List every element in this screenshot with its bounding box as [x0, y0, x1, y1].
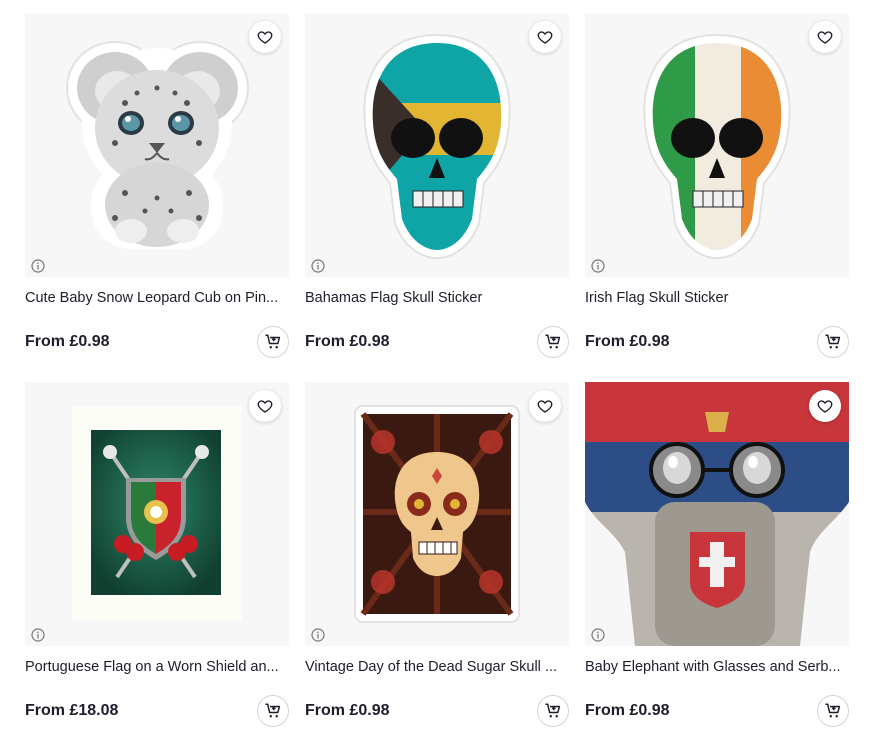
info-icon[interactable] — [311, 259, 325, 273]
info-icon[interactable] — [31, 628, 45, 642]
add-to-cart-button[interactable] — [537, 326, 569, 358]
product-price: From £0.98 — [305, 702, 390, 719]
product-image-bahamas-skull[interactable] — [305, 13, 569, 277]
product-price: From £18.08 — [25, 702, 119, 719]
product-price: From £0.98 — [585, 333, 670, 350]
heart-icon — [257, 31, 273, 44]
product-title[interactable]: Baby Elephant with Glasses and Serb... — [585, 658, 849, 676]
add-to-cart-button[interactable] — [817, 326, 849, 358]
irish-skull-illustration — [643, 33, 791, 260]
product-card[interactable]: Cute Baby Snow Leopard Cub on Pin... Fro… — [25, 13, 289, 358]
product-title[interactable]: Bahamas Flag Skull Sticker — [305, 289, 569, 307]
heart-icon — [257, 400, 273, 413]
info-icon[interactable] — [311, 628, 325, 642]
product-card[interactable]: Irish Flag Skull Sticker From £0.98 — [585, 13, 849, 358]
add-to-cart-icon — [825, 703, 841, 718]
info-icon[interactable] — [591, 628, 605, 642]
product-card[interactable]: Baby Elephant with Glasses and Serb... F… — [585, 382, 849, 727]
add-to-cart-icon — [545, 334, 561, 349]
add-to-cart-button[interactable] — [257, 326, 289, 358]
product-image-irish-skull[interactable] — [585, 13, 849, 277]
info-icon[interactable] — [591, 259, 605, 273]
favorite-button[interactable] — [529, 390, 561, 422]
product-image-portuguese-shield[interactable] — [25, 382, 289, 646]
heart-icon — [537, 400, 553, 413]
add-to-cart-icon — [265, 334, 281, 349]
product-title[interactable]: Irish Flag Skull Sticker — [585, 289, 849, 307]
product-image-serbian-elephant[interactable] — [585, 382, 849, 646]
favorite-button[interactable] — [249, 390, 281, 422]
product-image-sugar-skull[interactable] — [305, 382, 569, 646]
add-to-cart-button[interactable] — [817, 695, 849, 727]
add-to-cart-icon — [265, 703, 281, 718]
product-price: From £0.98 — [305, 333, 390, 350]
serbian-elephant-illustration — [585, 382, 849, 646]
product-card[interactable]: Portuguese Flag on a Worn Shield an... F… — [25, 382, 289, 727]
portuguese-shield-illustration — [72, 406, 242, 620]
add-to-cart-icon — [825, 334, 841, 349]
bahamas-skull-illustration — [363, 33, 511, 260]
product-image-snow-leopard[interactable] — [25, 13, 289, 277]
product-title[interactable]: Vintage Day of the Dead Sugar Skull ... — [305, 658, 569, 676]
add-to-cart-button[interactable] — [537, 695, 569, 727]
heart-icon — [537, 31, 553, 44]
product-card[interactable]: Vintage Day of the Dead Sugar Skull ... … — [305, 382, 569, 727]
snow-leopard-illustration — [66, 41, 249, 249]
favorite-button[interactable] — [529, 21, 561, 53]
favorite-button[interactable] — [249, 21, 281, 53]
product-card[interactable]: Bahamas Flag Skull Sticker From £0.98 — [305, 13, 569, 358]
sugar-skull-illustration — [354, 405, 520, 623]
favorite-button[interactable] — [809, 21, 841, 53]
info-icon[interactable] — [31, 259, 45, 273]
product-grid: Cute Baby Snow Leopard Cub on Pin... Fro… — [0, 0, 883, 749]
add-to-cart-icon — [545, 703, 561, 718]
product-title[interactable]: Cute Baby Snow Leopard Cub on Pin... — [25, 289, 289, 307]
favorite-button[interactable] — [809, 390, 841, 422]
heart-icon — [817, 31, 833, 44]
heart-icon — [817, 400, 833, 413]
product-title[interactable]: Portuguese Flag on a Worn Shield an... — [25, 658, 289, 676]
product-price: From £0.98 — [25, 333, 110, 350]
add-to-cart-button[interactable] — [257, 695, 289, 727]
product-price: From £0.98 — [585, 702, 670, 719]
